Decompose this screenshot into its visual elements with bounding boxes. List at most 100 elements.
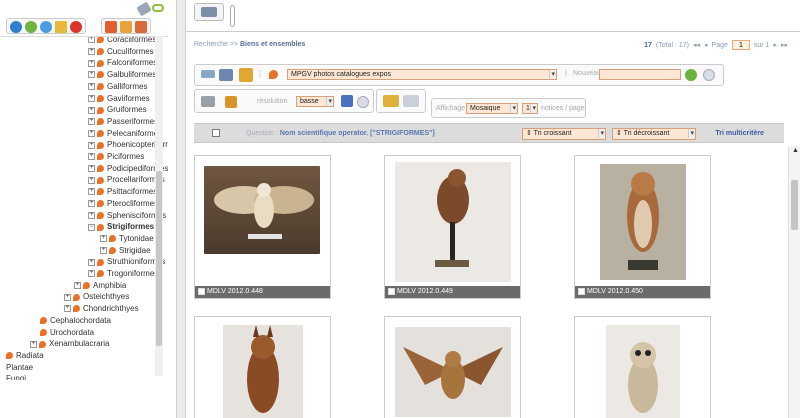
- owl-photo[interactable]: [600, 164, 686, 280]
- tree-node[interactable]: + Coraciiformes: [88, 37, 156, 45]
- expand-icon[interactable]: +: [88, 211, 95, 219]
- owl-photo[interactable]: [223, 325, 303, 418]
- erase-edit-icon[interactable]: [403, 95, 419, 107]
- expand-icon[interactable]: +: [100, 235, 107, 243]
- tree-node[interactable]: Urochordata: [40, 327, 94, 338]
- tree-node[interactable]: + Passeriformes: [88, 116, 158, 127]
- display-mode-select[interactable]: Mosaique: [466, 103, 518, 114]
- tree-node[interactable]: + Chondrichthyes: [64, 303, 139, 314]
- owl-photo[interactable]: [606, 325, 680, 418]
- expand-icon[interactable]: +: [88, 176, 95, 184]
- tree-node[interactable]: + Xenambulacraria: [30, 338, 109, 349]
- expand-icon[interactable]: +: [88, 165, 95, 173]
- tree-node[interactable]: Plantae: [6, 362, 33, 373]
- delete-icon[interactable]: [70, 21, 82, 33]
- up-arrow-icon[interactable]: [25, 21, 37, 33]
- expand-icon[interactable]: +: [88, 71, 95, 79]
- expand-icon[interactable]: +: [88, 48, 95, 56]
- page-input[interactable]: [731, 40, 750, 50]
- brush-icon[interactable]: [239, 68, 253, 82]
- results-scrollbar[interactable]: ▲: [788, 146, 800, 418]
- move-icon[interactable]: [135, 21, 147, 33]
- scroll-up-icon[interactable]: ▲: [792, 147, 799, 154]
- expand-icon[interactable]: +: [88, 141, 95, 149]
- add-icon[interactable]: [40, 21, 52, 33]
- expand-icon[interactable]: +: [64, 305, 71, 313]
- tree-node[interactable]: + Amphibia: [74, 280, 126, 291]
- tree-scrollbar[interactable]: [155, 36, 163, 376]
- edit-pencil-icon[interactable]: [55, 21, 67, 33]
- tree-node[interactable]: + Trogoniformes: [88, 268, 158, 279]
- expand-icon[interactable]: +: [88, 200, 95, 208]
- tree-node[interactable]: − Strigiformes: [88, 221, 154, 232]
- tree-node[interactable]: + Piciformes: [88, 151, 144, 162]
- notices-per-page-input[interactable]: 17: [522, 103, 538, 114]
- paste-icon[interactable]: [120, 21, 132, 33]
- next-page-icon[interactable]: ▸: [773, 41, 777, 49]
- eraser-icon[interactable]: [136, 1, 152, 17]
- refresh-icon[interactable]: [703, 69, 715, 81]
- tree-node[interactable]: + Psittaciformes: [88, 186, 157, 197]
- tree-scroll-thumb[interactable]: [156, 171, 162, 346]
- sort-desc-select[interactable]: ⇕ Tri décroissant: [612, 128, 696, 140]
- tree-node[interactable]: + Pterocliformes: [88, 198, 158, 209]
- expand-icon[interactable]: +: [88, 94, 95, 102]
- tree-node[interactable]: + Procellariformes: [88, 174, 165, 185]
- box-icon[interactable]: [225, 96, 237, 108]
- card-checkbox[interactable]: [578, 288, 585, 295]
- tree-node[interactable]: + Gaviiformes: [88, 93, 150, 104]
- expand-icon[interactable]: +: [88, 83, 95, 91]
- result-card[interactable]: [384, 316, 521, 418]
- export-icon[interactable]: [219, 69, 233, 81]
- select-all-checkbox[interactable]: [212, 129, 220, 137]
- expand-icon[interactable]: +: [88, 188, 95, 196]
- add-green-icon[interactable]: [685, 69, 697, 81]
- image-settings-icon[interactable]: [341, 95, 353, 107]
- owl-photo[interactable]: [204, 166, 320, 254]
- tree-node[interactable]: + Falconiformes: [88, 57, 157, 68]
- plane-icon[interactable]: [201, 70, 215, 78]
- last-page-icon[interactable]: ▸▸: [781, 41, 788, 49]
- result-card[interactable]: MDLV 2012.0.450: [574, 155, 711, 299]
- expand-icon[interactable]: +: [74, 282, 81, 290]
- tree-node[interactable]: + Pelecaniformes: [88, 128, 162, 139]
- tree-node[interactable]: + Cuculiformes: [88, 46, 154, 57]
- tree-node[interactable]: + Gruiformes: [88, 104, 147, 115]
- tree-node[interactable]: + Struthioniformes: [88, 256, 165, 267]
- tree-node[interactable]: + Osteichthyes: [64, 291, 129, 302]
- search-icon[interactable]: [10, 21, 22, 33]
- expand-icon[interactable]: +: [88, 37, 95, 44]
- expand-icon[interactable]: +: [100, 246, 107, 254]
- expand-icon[interactable]: +: [64, 293, 71, 301]
- tree-node[interactable]: Radiata: [6, 350, 44, 361]
- results-scroll-thumb[interactable]: [791, 180, 798, 230]
- reload-icon[interactable]: [357, 96, 369, 108]
- first-page-icon[interactable]: ◂◂: [693, 41, 700, 49]
- tree-node[interactable]: + Galbuliformes: [88, 69, 156, 80]
- tree-node[interactable]: + Galliformes: [88, 81, 147, 92]
- expand-icon[interactable]: +: [88, 258, 95, 266]
- result-card[interactable]: [574, 316, 711, 418]
- result-card[interactable]: MDLV 2012.0.449: [384, 155, 521, 299]
- link-icon[interactable]: [152, 4, 164, 12]
- owl-photo[interactable]: [395, 162, 511, 282]
- expand-icon[interactable]: +: [88, 106, 95, 114]
- tree-node[interactable]: Fungi: [6, 373, 26, 380]
- expand-icon[interactable]: +: [88, 118, 95, 126]
- cut-icon[interactable]: [105, 21, 117, 33]
- expand-icon[interactable]: +: [88, 270, 95, 278]
- panel-splitter[interactable]: [176, 0, 186, 418]
- printer-icon[interactable]: [201, 96, 215, 107]
- multi-sort-link[interactable]: Tri multicritère: [715, 130, 764, 137]
- tools-button[interactable]: [194, 3, 224, 21]
- card-checkbox[interactable]: [198, 288, 205, 295]
- expand-icon[interactable]: +: [88, 153, 95, 161]
- result-card[interactable]: [194, 316, 331, 418]
- prev-page-icon[interactable]: ◂: [704, 41, 708, 49]
- breadcrumb-root[interactable]: Recherche: [194, 41, 228, 48]
- catalogue-select[interactable]: MPGV photos catalogues expos: [287, 69, 557, 80]
- tree-node[interactable]: + Strigidae: [100, 245, 151, 256]
- tree-node[interactable]: + Tytonidae: [100, 233, 154, 244]
- result-card[interactable]: MDLV 2012.0.448: [194, 155, 331, 299]
- resolution-select[interactable]: basse: [296, 96, 334, 107]
